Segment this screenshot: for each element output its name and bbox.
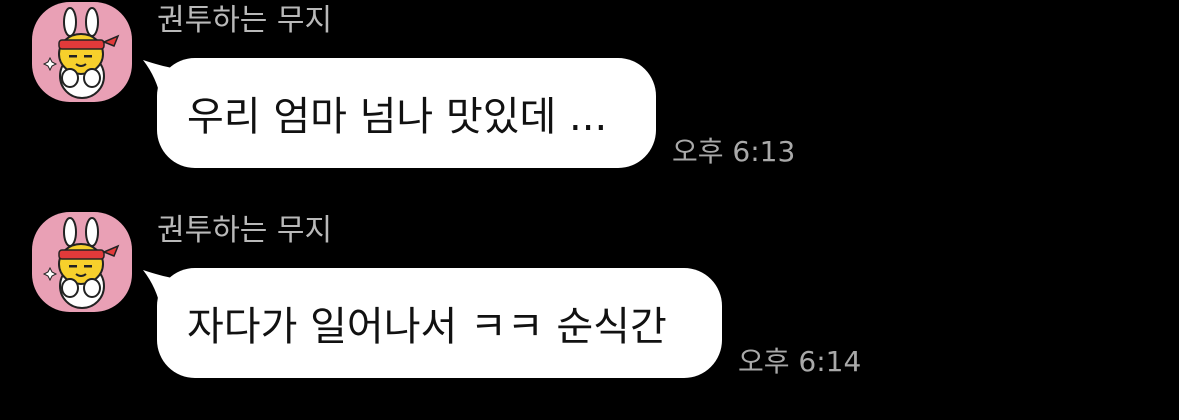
muzi-boxing-avatar-icon bbox=[42, 217, 120, 309]
bubble-tail-icon bbox=[143, 270, 173, 310]
sender-name: 권투하는 무지 bbox=[157, 3, 333, 38]
chat-room: 권투하는 무지 우리 엄마 넘나 맛있데 ... 오후 6:13 권투하는 무지… bbox=[0, 0, 1179, 420]
bubble-tail-icon bbox=[143, 60, 173, 100]
sender-name: 권투하는 무지 bbox=[157, 213, 333, 248]
message-text: 자다가 일어나서 ㅋㅋ 순식간 bbox=[187, 304, 667, 350]
chat-message: 권투하는 무지 자다가 일어나서 ㅋㅋ 순식간 오후 6:14 bbox=[0, 210, 1179, 410]
message-time: 오후 6:13 bbox=[672, 135, 796, 168]
sender-avatar[interactable] bbox=[32, 212, 132, 312]
message-text: 우리 엄마 넘나 맛있데 ... bbox=[187, 94, 608, 140]
sender-avatar[interactable] bbox=[32, 2, 132, 102]
message-bubble[interactable]: 우리 엄마 넘나 맛있데 ... bbox=[143, 58, 656, 168]
muzi-boxing-avatar-icon bbox=[42, 7, 120, 99]
chat-message: 권투하는 무지 우리 엄마 넘나 맛있데 ... 오후 6:13 bbox=[0, 0, 1179, 200]
message-time: 오후 6:14 bbox=[738, 345, 862, 378]
message-bubble[interactable]: 자다가 일어나서 ㅋㅋ 순식간 bbox=[143, 268, 722, 378]
